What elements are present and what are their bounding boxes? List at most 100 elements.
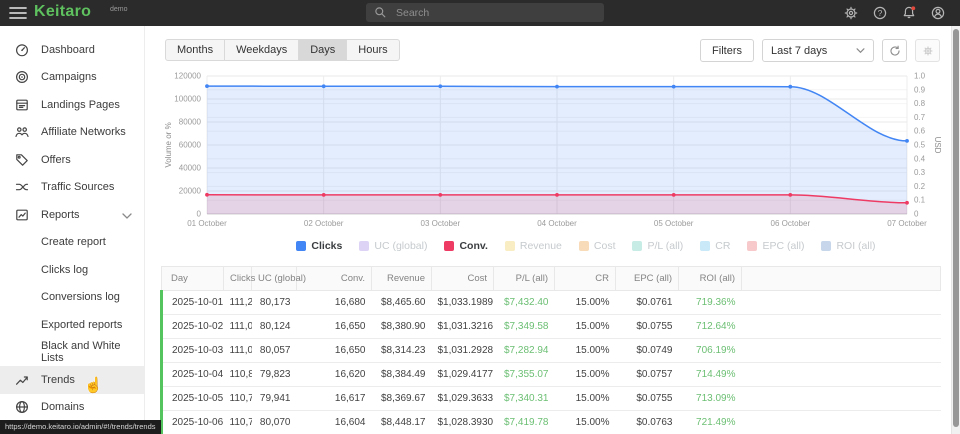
sidebar-item-campaigns[interactable]: Campaigns	[0, 64, 144, 92]
column-header-epc-all[interactable]: EPC (all)	[616, 267, 679, 291]
sidebar-item-domains[interactable]: Domains	[0, 394, 144, 422]
cell-revenue: $8,369.67	[372, 387, 432, 411]
sidebar-item-black-and-white-lists[interactable]: Black and White Lists	[0, 339, 144, 367]
svg-text:0: 0	[197, 210, 202, 219]
legend-item-uc-global[interactable]: UC (global)	[359, 240, 427, 252]
cell-day: 2025-10-03	[162, 339, 224, 363]
column-header-roi-all[interactable]: ROI (all)	[679, 267, 742, 291]
cell-cr: 15.00%	[555, 339, 616, 363]
sidebar-item-traffic-sources[interactable]: Traffic Sources	[0, 174, 144, 202]
cell-clicks: 110,80	[224, 363, 252, 387]
sidebar-item-create-report[interactable]: Create report	[0, 229, 144, 257]
trends-chart: 02000040000600008000010000012000000.10.2…	[163, 72, 948, 236]
svg-text:0.6: 0.6	[914, 127, 926, 136]
sidebar-item-dashboard[interactable]: Dashboard	[0, 36, 144, 64]
column-header-clicks[interactable]: Clicks	[224, 267, 252, 291]
trends-icon	[14, 372, 30, 388]
svg-text:06 October: 06 October	[771, 219, 811, 228]
legend-item-conv[interactable]: Conv.	[444, 240, 487, 252]
cell-conv: 16,650	[297, 339, 372, 363]
cell-epc-all: $0.0763	[616, 411, 679, 434]
tab-days[interactable]: Days	[298, 40, 346, 60]
svg-text:04 October: 04 October	[537, 219, 577, 228]
help-icon[interactable]: ?	[872, 5, 888, 21]
brand-logo[interactable]: Keitaro	[34, 3, 91, 21]
legend-label: Clicks	[311, 240, 342, 252]
legend-swatch	[747, 241, 757, 251]
legend-label: P/L (all)	[647, 240, 683, 252]
offers-icon	[14, 152, 30, 168]
status-url: https://demo.keitaro.io/admin/#!/trends/…	[0, 420, 161, 434]
chart-legend: Clicks UC (global) Conv. Revenue Cost P/L (al…	[221, 240, 951, 252]
cell-conv: 16,650	[297, 315, 372, 339]
legend-label: UC (global)	[374, 240, 427, 252]
svg-text:40000: 40000	[179, 164, 202, 173]
legend-swatch	[444, 241, 454, 251]
cell-revenue: $8,465.60	[372, 291, 432, 315]
cell-revenue: $8,384.49	[372, 363, 432, 387]
cell-p-l-all: $7,349.58	[494, 315, 555, 339]
svg-text:05 October: 05 October	[654, 219, 694, 228]
svg-text:0.9: 0.9	[914, 85, 926, 94]
cell-conv: 16,680	[297, 291, 372, 315]
cell-roi-all: 721.49%	[679, 411, 742, 434]
svg-text:120000: 120000	[174, 72, 201, 81]
global-search[interactable]	[366, 3, 604, 22]
account-icon[interactable]	[930, 5, 946, 21]
legend-swatch	[700, 241, 710, 251]
legend-item-roi-all[interactable]: ROI (all)	[821, 240, 875, 252]
sidebar-item-exported-reports[interactable]: Exported reports	[0, 311, 144, 339]
sidebar-item-affiliate-networks[interactable]: Affiliate Networks	[0, 119, 144, 147]
date-range-select[interactable]: Last 7 days	[762, 39, 874, 62]
brand-demo-badge: demo	[110, 6, 128, 13]
cell-cost: $1,029.3633	[432, 387, 494, 411]
vertical-scrollbar	[951, 26, 960, 434]
table-row: 2025-10-04110,8079,82316,620$8,384.49$1,…	[162, 363, 941, 387]
sidebar-item-trends[interactable]: Trends	[0, 366, 144, 394]
legend-item-p-l-all[interactable]: P/L (all)	[632, 240, 683, 252]
column-header-p-l-all[interactable]: P/L (all)	[494, 267, 555, 291]
hamburger-menu-icon[interactable]	[9, 6, 27, 20]
column-header-cost[interactable]: Cost	[432, 267, 494, 291]
topbar-actions: ?	[843, 0, 946, 26]
search-input[interactable]	[394, 6, 578, 20]
sidebar-item-landings-pages[interactable]: Landings Pages	[0, 91, 144, 119]
legend-item-cost[interactable]: Cost	[579, 240, 616, 252]
tab-months[interactable]: Months	[166, 40, 224, 60]
notifications-bell-icon[interactable]	[901, 5, 917, 21]
tab-hours[interactable]: Hours	[346, 40, 398, 60]
cell-day: 2025-10-02	[162, 315, 224, 339]
gear-icon[interactable]	[843, 5, 859, 21]
cell-uc-global: 80,124	[252, 315, 297, 339]
tab-weekdays[interactable]: Weekdays	[224, 40, 298, 60]
filters-button[interactable]: Filters	[700, 39, 754, 62]
legend-item-revenue[interactable]: Revenue	[505, 240, 562, 252]
cell-clicks: 110,70	[224, 411, 252, 434]
sidebar-item-offers[interactable]: Offers	[0, 146, 144, 174]
cell-conv: 16,617	[297, 387, 372, 411]
column-header-revenue[interactable]: Revenue	[372, 267, 432, 291]
sidebar-item-clicks-log[interactable]: Clicks log	[0, 256, 144, 284]
cell-cr: 15.00%	[555, 315, 616, 339]
cell-day: 2025-10-05	[162, 387, 224, 411]
legend-item-epc-all[interactable]: EPC (all)	[747, 240, 804, 252]
legend-item-clicks[interactable]: Clicks	[296, 240, 342, 252]
svg-text:03 October: 03 October	[421, 219, 461, 228]
legend-item-cr[interactable]: CR	[700, 240, 730, 252]
refresh-button[interactable]	[882, 39, 907, 62]
table-row: 2025-10-02111,0080,12416,650$8,380.90$1,…	[162, 315, 941, 339]
landings-pages-icon	[14, 97, 30, 113]
table-row: 2025-10-01111,2180,17316,680$8,465.60$1,…	[162, 291, 941, 315]
sidebar-item-label: Clicks log	[41, 264, 88, 276]
column-header-day[interactable]: Day	[162, 267, 224, 291]
column-header-conv[interactable]: Conv.	[297, 267, 372, 291]
sidebar-item-conversions-log[interactable]: Conversions log	[0, 284, 144, 312]
column-header-uc-global[interactable]: UC (global)	[252, 267, 297, 291]
chart-settings-gear-button[interactable]	[915, 39, 940, 62]
topbar: Keitaro demo ?	[0, 0, 960, 26]
sidebar-item-reports[interactable]: Reports	[0, 201, 144, 229]
svg-text:0: 0	[914, 210, 919, 219]
scrollbar-thumb[interactable]	[953, 29, 959, 427]
column-header-cr[interactable]: CR	[555, 267, 616, 291]
cell-p-l-all: $7,432.40	[494, 291, 555, 315]
